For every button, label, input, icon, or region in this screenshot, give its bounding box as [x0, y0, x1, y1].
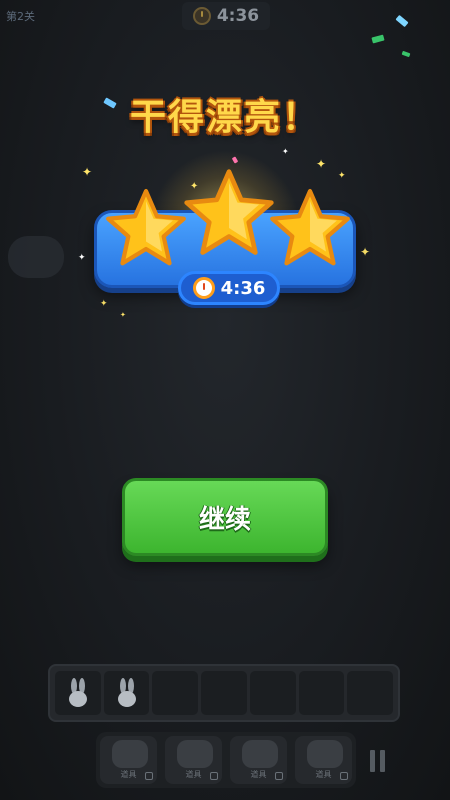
top-timer: 4:36 [182, 2, 270, 30]
slot [298, 671, 345, 715]
continue-button[interactable]: 继续 [122, 478, 328, 556]
clock-icon [192, 7, 211, 25]
tool-bar: 道具 道具 道具 道具 [96, 732, 356, 788]
tool-button[interactable]: 道具 [100, 736, 157, 784]
star-icon [270, 188, 350, 266]
tool-label: 道具 [250, 770, 267, 779]
sparkle-icon: ✦ [120, 311, 126, 319]
faded-decoration [8, 236, 64, 278]
top-timer-text: 4:36 [216, 6, 260, 26]
level-label: 第2关 [6, 10, 35, 23]
pause-button[interactable] [370, 750, 388, 772]
slot-tray [48, 664, 400, 722]
completion-time-text: 4:36 [220, 277, 266, 299]
tool-icon [307, 740, 343, 768]
star-icon [184, 169, 274, 255]
lock-icon [340, 772, 348, 780]
completion-time: 4:36 [178, 271, 280, 305]
slot [249, 671, 296, 715]
tool-button[interactable]: 道具 [165, 736, 222, 784]
pause-icon [370, 750, 375, 772]
slot [201, 671, 247, 715]
sparkle-icon: ✦ [82, 165, 93, 179]
tool-button[interactable]: 道具 [230, 736, 287, 784]
tool-icon [112, 740, 148, 768]
tool-icon [177, 740, 213, 768]
slot [152, 671, 199, 715]
tool-label: 道具 [120, 770, 137, 779]
tool-icon [242, 740, 278, 768]
slot [103, 671, 150, 715]
sparkle-icon: ✦ [78, 253, 86, 263]
lock-icon [275, 772, 283, 780]
sparkle-icon: ✦ [100, 299, 108, 309]
result-title: 干得漂亮！ [129, 97, 320, 138]
tool-label: 道具 [185, 770, 202, 779]
slot [55, 671, 101, 715]
star-icon [106, 188, 186, 266]
tool-button[interactable]: 道具 [295, 736, 352, 784]
sparkle-icon: ✦ [316, 157, 327, 171]
sparkle-icon: ✦ [360, 245, 371, 259]
lock-icon [210, 772, 218, 780]
continue-button-label: 继续 [198, 504, 251, 535]
pause-icon [380, 750, 385, 772]
bunny-icon [117, 678, 136, 707]
sparkle-icon: ✦ [338, 171, 346, 181]
lock-icon [145, 772, 153, 780]
slot [347, 671, 394, 715]
clock-icon [192, 277, 215, 299]
sparkle-icon: ✦ [282, 147, 289, 156]
bunny-icon [68, 678, 87, 707]
tool-label: 道具 [315, 770, 332, 779]
